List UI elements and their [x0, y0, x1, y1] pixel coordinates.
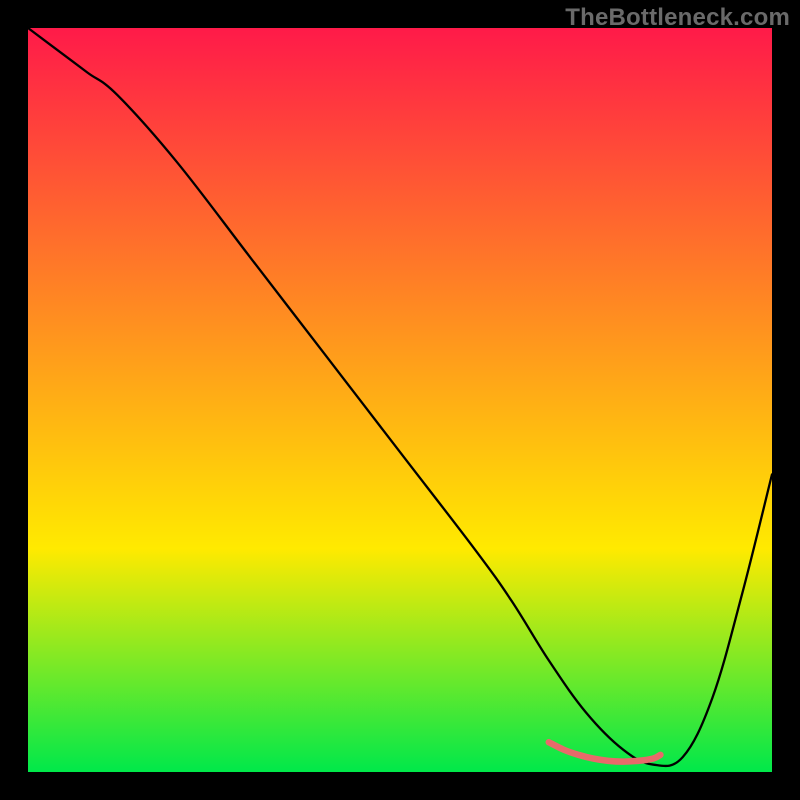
chart-svg [28, 28, 772, 772]
plot-area [28, 28, 772, 772]
gradient-background [28, 28, 772, 772]
chart-frame: TheBottleneck.com [0, 0, 800, 800]
